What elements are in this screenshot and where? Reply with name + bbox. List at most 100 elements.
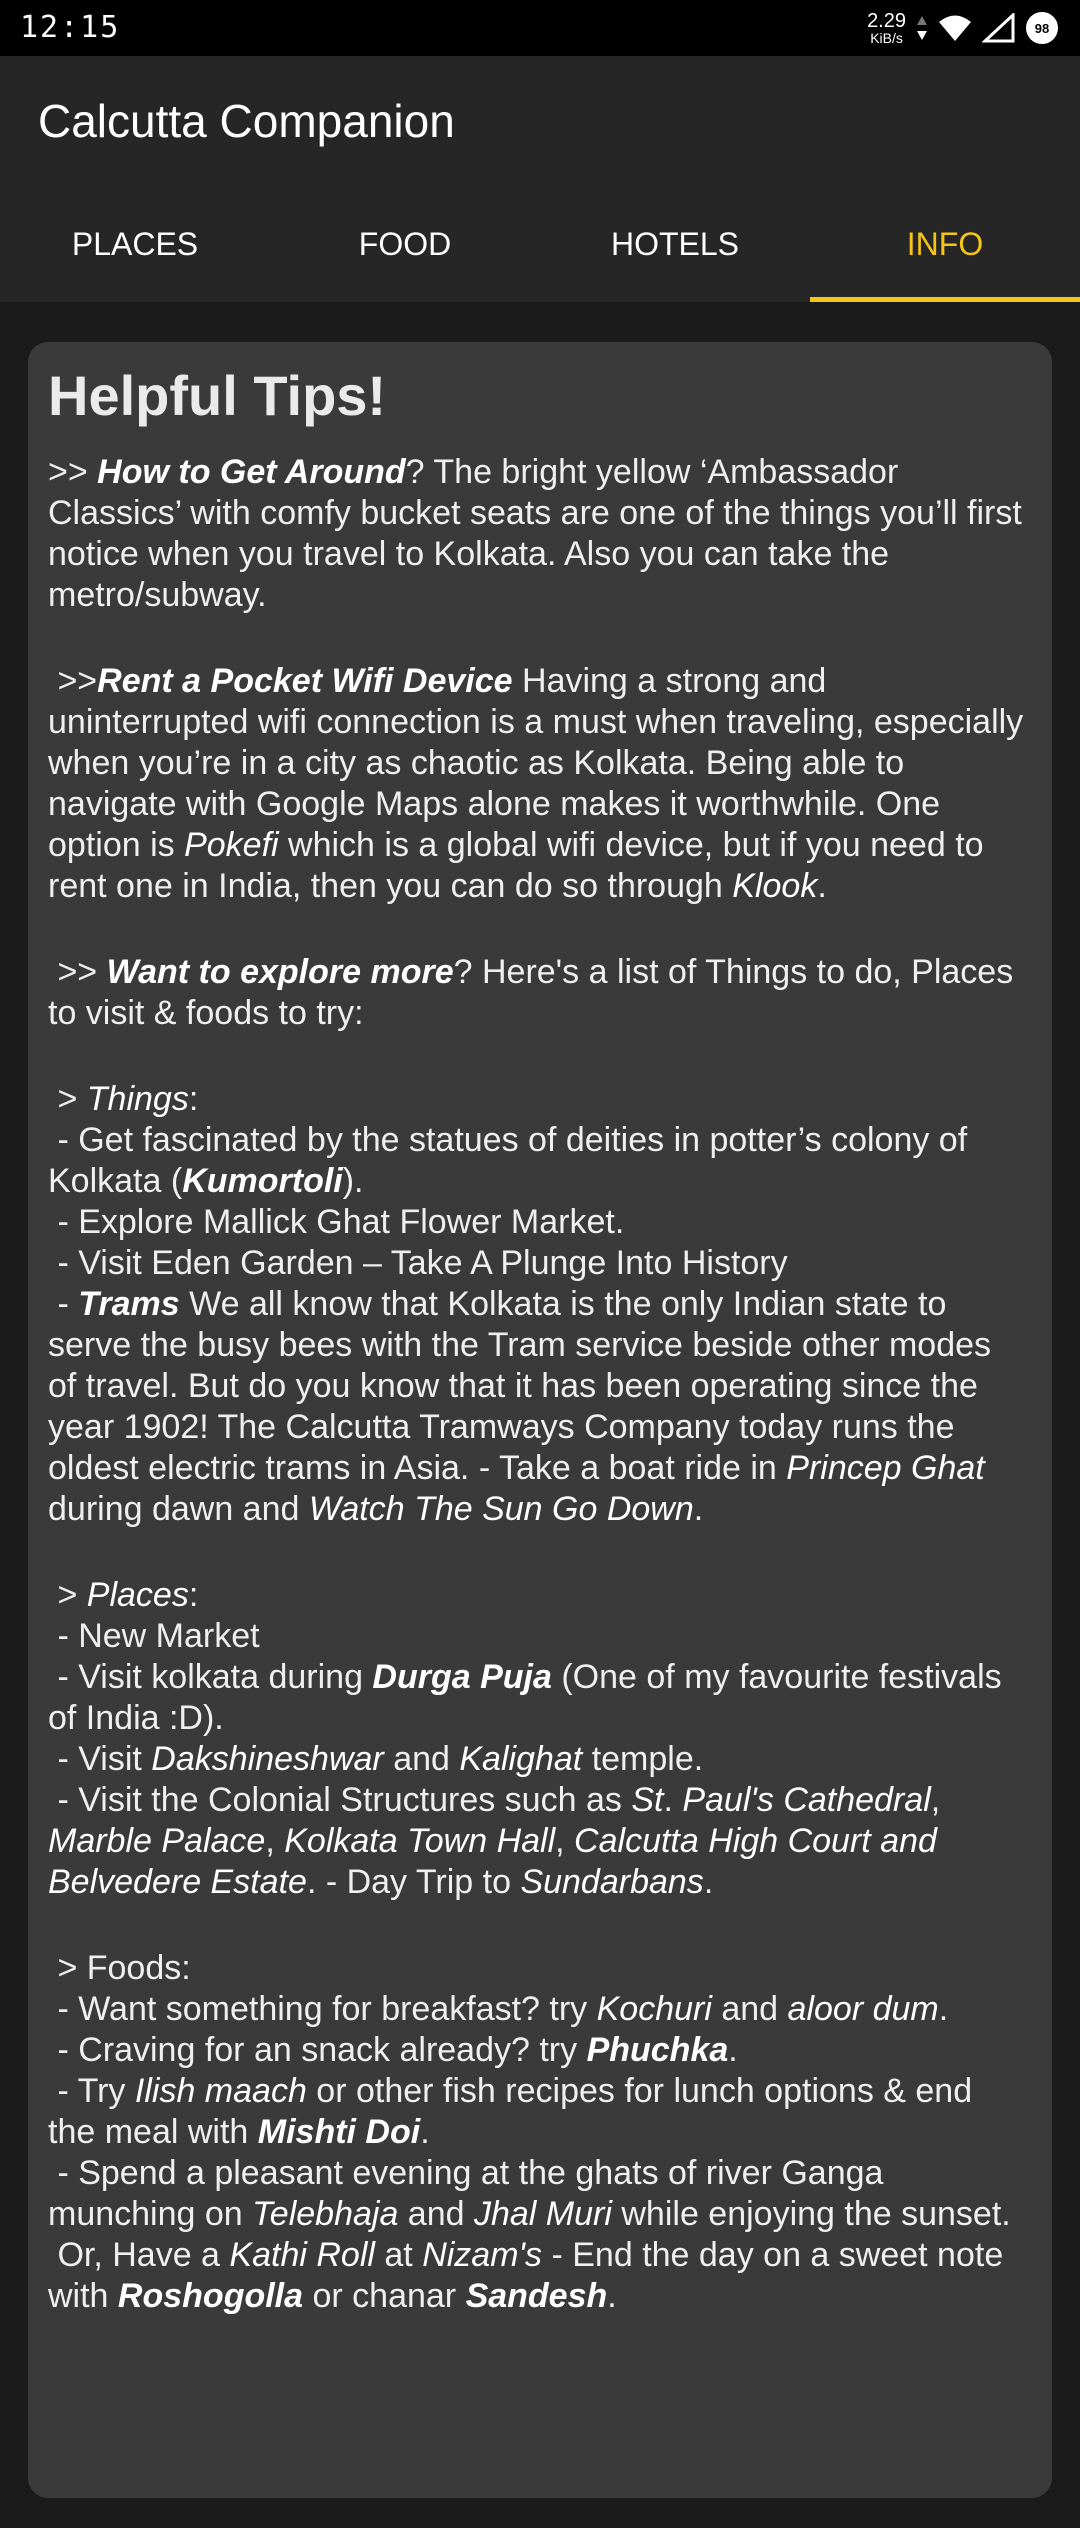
list-item: - New Market [48, 1617, 260, 1656]
tip-title: How to Get Around [97, 453, 406, 492]
list-item: - Visit Dakshineshwar and Kalighat templ… [48, 1739, 1024, 1780]
item-text: - Visit kolkata during [48, 1658, 373, 1697]
list-item: - Visit kolkata during Durga Puja (One o… [48, 1657, 1024, 1739]
tip-title: Want to explore more [106, 953, 454, 992]
places-section: > Places: [48, 1575, 1024, 1616]
item-emphasis: Kolkata Town Hall [284, 1822, 556, 1861]
status-bar: 12:15 2.29 KiB/s 98 [0, 0, 1080, 56]
wifi-icon [939, 15, 971, 41]
item-emphasis: Princep Ghat [786, 1449, 985, 1488]
item-text: - Try [48, 2072, 135, 2111]
item-text: , [265, 1822, 285, 1861]
tip-prefix: >> [48, 453, 98, 492]
item-text: temple. [582, 1740, 704, 1779]
item-emphasis: Telebhaja [252, 2195, 399, 2234]
network-speed: 2.29 KiB/s [867, 11, 906, 45]
item-emphasis: Roshogolla [117, 2277, 304, 2316]
tab-places[interactable]: PLACES [0, 186, 270, 302]
status-time: 12:15 [20, 10, 121, 45]
tip-explore-more: >> Want to explore more? Here's a list o… [48, 952, 1024, 1034]
foods-section: > Foods: [48, 1949, 191, 1988]
item-emphasis: Trams [78, 1285, 180, 1324]
section-title: Things [86, 1080, 189, 1119]
item-emphasis: Sandesh [465, 2277, 608, 2316]
item-text: while enjoying the sunset. [611, 2195, 1011, 2234]
section-prefix: > [48, 1576, 87, 1615]
tab-food[interactable]: FOOD [270, 186, 540, 302]
item-text: . [607, 2277, 617, 2316]
item-text: and [383, 1740, 460, 1779]
tip-title: Rent a Pocket Wifi Device [97, 662, 513, 701]
tip-get-around: >> How to Get Around? The bright yellow … [48, 452, 1024, 616]
item-emphasis: St [631, 1781, 664, 1820]
item-text: Or, Have a [48, 2236, 230, 2275]
list-item: - Spend a pleasant evening at the ghats … [48, 2153, 1024, 2317]
item-emphasis: Paul's Cathedral [682, 1781, 931, 1820]
tab-hotels[interactable]: HOTELS [540, 186, 810, 302]
item-text: at [374, 2236, 423, 2275]
data-arrows-icon [917, 16, 927, 40]
tip-prefix: >> [48, 953, 107, 992]
tip-pocket-wifi: >>Rent a Pocket Wifi Device Having a str… [48, 661, 1024, 907]
section-title: Places [86, 1576, 189, 1615]
list-item: - Trams We all know that Kolkata is the … [48, 1284, 1024, 1530]
item-text: . [693, 1490, 704, 1529]
network-speed-value: 2.29 [867, 10, 906, 32]
list-item: - Craving for an snack already? try Phuc… [48, 2030, 1024, 2071]
item-text: . [938, 1990, 949, 2029]
item-text: . - Day Trip to [306, 1863, 521, 1902]
list-item: - Try Ilish maach or other fish recipes … [48, 2071, 1024, 2153]
list-item: - Want something for breakfast? try Koch… [48, 1989, 1024, 2030]
section-colon: : [188, 1080, 199, 1119]
signal-icon [982, 13, 1015, 43]
tip-emphasis: Klook [732, 867, 818, 906]
battery-icon: 98 [1026, 12, 1058, 44]
status-icons: 2.29 KiB/s 98 [867, 8, 1058, 48]
tip-prefix: >> [48, 662, 98, 701]
section-colon: : [188, 1576, 199, 1615]
item-emphasis: Kochuri [596, 1990, 712, 2029]
tab-bar: PLACES FOOD HOTELS INFO [0, 186, 1080, 302]
tip-text: . [817, 867, 827, 906]
item-emphasis: aloor dum [787, 1990, 939, 2029]
item-emphasis: Dakshineshwar [151, 1740, 384, 1779]
list-item: - Visit Eden Garden – Take A Plunge Into… [48, 1244, 788, 1283]
item-text: , [930, 1781, 950, 1820]
item-emphasis: Watch The Sun Go Down [308, 1490, 694, 1529]
item-emphasis: Sundarbans [520, 1863, 704, 1902]
info-card: Helpful Tips! >> How to Get Around? The … [28, 342, 1052, 2498]
list-item: - Get fascinated by the statues of deiti… [48, 1120, 1024, 1202]
item-emphasis: Kumortoli [182, 1162, 343, 1201]
item-emphasis: Nizam's [422, 2236, 543, 2275]
item-text: and [398, 2195, 474, 2234]
app-title: Calcutta Companion [38, 95, 455, 147]
item-text: - [48, 1285, 79, 1324]
section-prefix: > [48, 1080, 87, 1119]
item-emphasis: Phuchka [586, 2031, 729, 2070]
item-text: . [728, 2031, 738, 2070]
item-emphasis: Mishti Doi [257, 2113, 421, 2152]
list-item: - Visit the Colonial Structures such as … [48, 1780, 1024, 1903]
item-text: , [555, 1822, 575, 1861]
item-text: - Craving for an snack already? try [48, 2031, 587, 2070]
tab-info[interactable]: INFO [810, 186, 1080, 302]
network-speed-unit: KiB/s [870, 30, 903, 46]
card-heading: Helpful Tips! [48, 364, 387, 427]
list-item: - Explore Mallick Ghat Flower Market. [48, 1203, 625, 1242]
item-text: and [711, 1990, 788, 2029]
item-text: . [420, 2113, 430, 2152]
item-text: . [663, 1781, 683, 1820]
item-emphasis: Kalighat [459, 1740, 583, 1779]
item-emphasis: Ilish maach [134, 2072, 307, 2111]
item-text: . [703, 1863, 714, 1902]
item-emphasis: Kathi Roll [229, 2236, 375, 2275]
item-text: or chanar [303, 2277, 466, 2316]
app-bar: Calcutta Companion [0, 56, 1080, 186]
item-emphasis: Marble Palace [48, 1822, 266, 1861]
item-emphasis: Durga Puja [372, 1658, 552, 1697]
battery-level: 98 [1034, 20, 1050, 36]
item-text: ). [342, 1162, 364, 1201]
tip-emphasis: Pokefi [184, 826, 279, 865]
item-text: - Want something for breakfast? try [48, 1990, 597, 2029]
item-text: - Visit [48, 1740, 152, 1779]
